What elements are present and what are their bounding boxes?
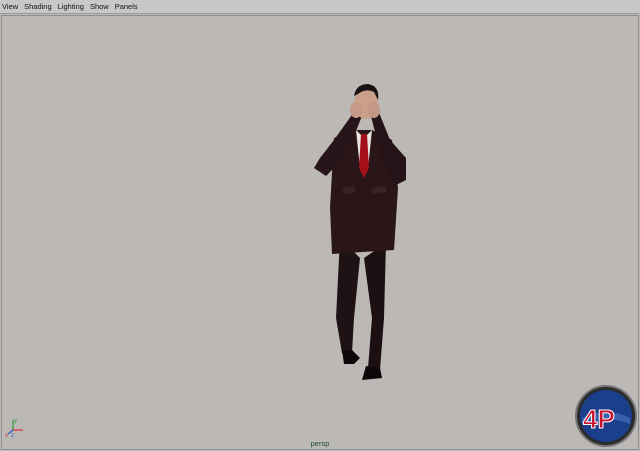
axis-x-label: x bbox=[5, 433, 8, 438]
logo-text: 4P bbox=[583, 404, 615, 434]
perspective-viewport[interactable]: y x z 4P persp bbox=[1, 15, 639, 450]
menu-shading[interactable]: Shading bbox=[24, 1, 52, 13]
axis-gizmo-icon: y x z bbox=[5, 418, 23, 438]
character-model-icon[interactable] bbox=[302, 68, 422, 408]
menu-panels[interactable]: Panels bbox=[115, 1, 138, 13]
menu-show[interactable]: Show bbox=[90, 1, 109, 13]
camera-label: persp bbox=[310, 439, 330, 448]
axis-z-label: z bbox=[11, 433, 14, 438]
axis-y-label: y bbox=[14, 418, 17, 424]
menu-view[interactable]: View bbox=[2, 1, 18, 13]
maya-viewport-window: View Shading Lighting Show Panels y x z … bbox=[0, 0, 640, 451]
panel-menubar: View Shading Lighting Show Panels bbox=[0, 0, 640, 14]
menu-lighting[interactable]: Lighting bbox=[58, 1, 84, 13]
